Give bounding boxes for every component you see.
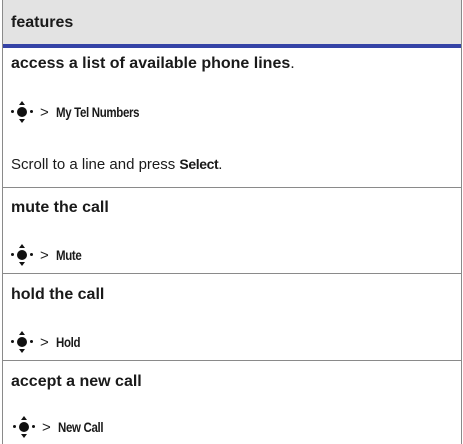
table-header: features: [3, 0, 461, 44]
row-divider: [3, 360, 461, 361]
menu-command: Hold: [55, 334, 81, 350]
nav-key-icon: [13, 416, 35, 438]
row-path-new-call: > New Call: [13, 416, 113, 438]
menu-command: Mute: [55, 247, 82, 263]
feature-table: features access a list of available phon…: [2, 0, 462, 444]
row-divider: [3, 273, 461, 274]
row-note-phone-lines: Scroll to a line and press Select.: [11, 156, 223, 173]
path-separator: >: [42, 418, 51, 436]
row-path-mute: > Mute: [11, 244, 87, 266]
row-divider: [3, 187, 461, 188]
row-title-mute: mute the call: [11, 199, 109, 216]
menu-command: New Call: [57, 419, 104, 435]
row-path-hold: > Hold: [11, 331, 85, 353]
header-title: features: [11, 14, 74, 31]
path-separator: >: [40, 246, 49, 264]
row-path-phone-lines: > My Tel Numbers: [11, 101, 157, 123]
nav-key-icon: [11, 101, 33, 123]
row-title-hold: hold the call: [11, 286, 105, 303]
row-title-phone-lines: access a list of available phone lines.: [11, 55, 295, 72]
menu-command: My Tel Numbers: [55, 104, 140, 120]
header-rule: [3, 44, 461, 48]
path-separator: >: [40, 333, 49, 351]
nav-key-icon: [11, 331, 33, 353]
path-separator: >: [40, 103, 49, 121]
nav-key-icon: [11, 244, 33, 266]
row-title-new-call: accept a new call: [11, 373, 142, 390]
